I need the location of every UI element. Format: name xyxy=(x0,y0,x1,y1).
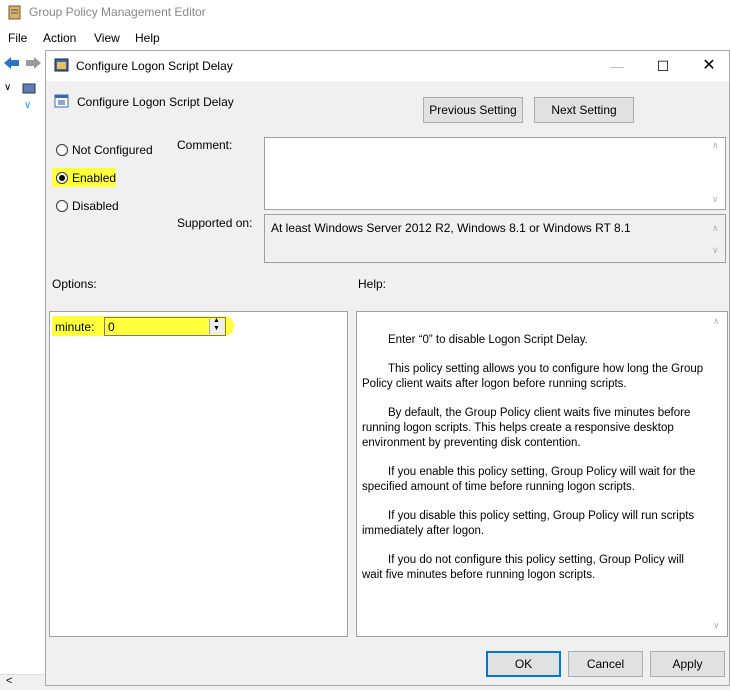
not-configured-radio[interactable] xyxy=(56,144,68,156)
spin-up-icon[interactable]: ▲ xyxy=(213,317,220,324)
cancel-button[interactable]: Cancel xyxy=(568,651,643,677)
minute-label: minute: xyxy=(55,320,95,334)
maximize-button[interactable]: ☐ xyxy=(640,51,686,81)
supported-on-field: At least Windows Server 2012 R2, Windows… xyxy=(264,214,726,263)
help-text: Enter “0” to disable Logon Script Delay.… xyxy=(362,333,707,597)
help-panel: Enter “0” to disable Logon Script Delay.… xyxy=(356,311,728,637)
help-scrollbar[interactable]: ∧ ∨ xyxy=(709,312,727,636)
spin-down-icon[interactable]: ▼ xyxy=(213,325,220,332)
help-paragraph: If you enable this policy setting, Group… xyxy=(362,466,696,493)
supported-on-value: At least Windows Server 2012 R2, Windows… xyxy=(271,221,631,235)
help-paragraph: By default, the Group Policy client wait… xyxy=(362,407,691,449)
disabled-label: Disabled xyxy=(72,199,119,213)
scroll-left-icon[interactable]: < xyxy=(6,675,12,687)
minute-value[interactable]: 0 xyxy=(108,320,115,334)
close-button[interactable]: ✕ xyxy=(686,51,730,81)
back-arrow-icon[interactable] xyxy=(3,56,21,70)
chevron-down-icon[interactable]: ∨ xyxy=(24,100,31,111)
minute-spinbox[interactable]: 0 ▲ ▼ xyxy=(104,317,226,336)
tree-pane: ∨ ∨ xyxy=(0,78,46,658)
enabled-label: Enabled xyxy=(72,171,117,185)
ok-button[interactable]: OK xyxy=(486,651,561,677)
menu-view[interactable]: View xyxy=(94,31,120,45)
setting-icon xyxy=(54,58,69,72)
comment-scrollbar[interactable]: ∧ ∨ xyxy=(708,138,725,209)
menu-file[interactable]: File xyxy=(8,31,27,45)
options-label: Options: xyxy=(52,277,97,291)
help-paragraph: This policy setting allows you to config… xyxy=(362,363,704,390)
minimize-button[interactable]: — xyxy=(594,51,640,81)
setting-name: Configure Logon Script Delay xyxy=(77,95,234,109)
dialog-titlebar: Configure Logon Script Delay — ☐ ✕ xyxy=(46,51,729,81)
gpme-app-icon xyxy=(8,5,21,20)
dialog-title: Configure Logon Script Delay xyxy=(76,59,233,73)
help-paragraph: Enter “0” to disable Logon Script Delay. xyxy=(388,334,588,346)
chevron-down-icon[interactable]: ∨ xyxy=(712,194,719,205)
chevron-down-icon[interactable]: ∨ xyxy=(712,245,719,256)
supported-scrollbar[interactable]: ∧ ∨ xyxy=(708,215,725,262)
chevron-up-icon[interactable]: ∧ xyxy=(713,316,720,327)
menu-bar: File Action View Help xyxy=(0,28,730,48)
menu-help[interactable]: Help xyxy=(135,31,160,45)
chevron-up-icon[interactable]: ∧ xyxy=(712,140,719,151)
help-paragraph: If you disable this policy setting, Grou… xyxy=(362,510,695,537)
help-label: Help: xyxy=(358,277,387,291)
minute-spin-buttons[interactable]: ▲ ▼ xyxy=(209,317,224,334)
chevron-down-icon[interactable]: ∨ xyxy=(713,620,720,631)
app-toolbar xyxy=(0,50,46,78)
previous-setting-button[interactable]: Previous Setting xyxy=(423,97,523,123)
chevron-down-icon[interactable]: ∨ xyxy=(4,82,11,93)
options-panel: minute: 0 ▲ ▼ xyxy=(49,311,348,637)
enabled-radio[interactable] xyxy=(56,172,68,184)
forward-arrow-icon[interactable] xyxy=(24,56,42,70)
next-setting-button[interactable]: Next Setting xyxy=(534,97,634,123)
supported-on-label: Supported on: xyxy=(177,216,253,230)
chevron-up-icon[interactable]: ∧ xyxy=(712,223,719,234)
comment-label: Comment: xyxy=(177,138,233,152)
help-paragraph: If you do not configure this policy sett… xyxy=(362,554,684,581)
policy-setting-dialog: Configure Logon Script Delay — ☐ ✕ Confi… xyxy=(45,50,730,686)
app-titlebar: Group Policy Management Editor xyxy=(0,0,730,26)
setting-icon xyxy=(54,94,69,108)
app-title: Group Policy Management Editor xyxy=(29,5,206,19)
comment-field[interactable]: ∧ ∨ xyxy=(264,137,726,210)
apply-button[interactable]: Apply xyxy=(650,651,725,677)
menu-action[interactable]: Action xyxy=(43,31,76,45)
not-configured-label: Not Configured xyxy=(72,143,153,157)
disabled-radio[interactable] xyxy=(56,200,68,212)
policy-node-icon xyxy=(22,83,36,94)
